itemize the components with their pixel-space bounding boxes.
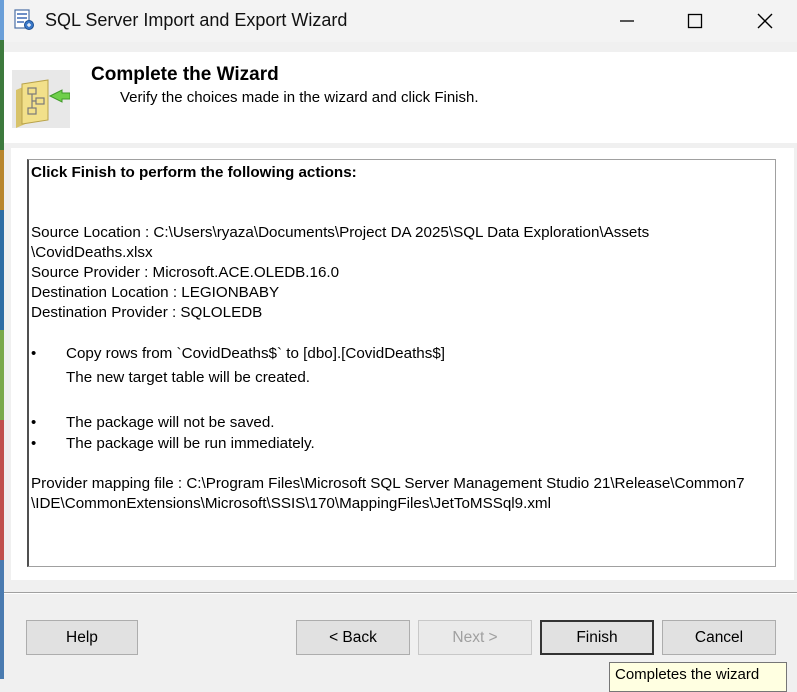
- minimize-icon: [620, 20, 634, 22]
- destination-location: Destination Location : LEGIONBABY: [31, 284, 280, 301]
- footer-separator: [4, 592, 797, 594]
- next-button[interactable]: Next >: [418, 620, 532, 655]
- bullet: •: [31, 414, 37, 431]
- title-bar[interactable]: SQL Server Import and Export Wizard: [4, 0, 797, 42]
- back-button[interactable]: < Back: [296, 620, 410, 655]
- wizard-header: Complete the Wizard Verify the choices m…: [4, 52, 797, 143]
- minimize-button[interactable]: [597, 0, 657, 42]
- maximize-icon: [687, 13, 703, 29]
- wizard-window: SQL Server Import and Export Wizard Comp…: [4, 0, 797, 692]
- help-button[interactable]: Help: [26, 620, 138, 655]
- close-icon: [757, 13, 773, 29]
- source-location-line1: Source Location : C:\Users\ryaza\Documen…: [31, 224, 650, 241]
- source-provider: Source Provider : Microsoft.ACE.OLEDB.16…: [31, 264, 340, 281]
- source-location-line2: \CovidDeaths.xlsx: [31, 244, 153, 261]
- actions-summary-textbox[interactable]: Click Finish to perform the following ac…: [27, 159, 776, 567]
- maximize-button[interactable]: [665, 0, 725, 42]
- window-title: SQL Server Import and Export Wizard: [45, 10, 348, 30]
- folder-arrow-icon: [12, 70, 71, 128]
- close-button[interactable]: [735, 0, 795, 42]
- copy-rows-action: Copy rows from `CovidDeaths$` to [dbo].[…: [66, 345, 446, 362]
- cancel-button[interactable]: Cancel: [662, 620, 776, 655]
- page-subtitle: Verify the choices made in the wizard an…: [120, 89, 479, 106]
- mapping-file-line2: \IDE\CommonExtensions\Microsoft\SSIS\170…: [31, 495, 551, 512]
- main-panel: Click Finish to perform the following ac…: [11, 148, 794, 580]
- summary-heading: Click Finish to perform the following ac…: [31, 164, 357, 181]
- finish-button[interactable]: Finish: [540, 620, 654, 655]
- bullet: •: [31, 435, 37, 452]
- bullet: •: [31, 345, 37, 362]
- finish-tooltip: Completes the wizard: [609, 662, 787, 692]
- copy-rows-note: The new target table will be created.: [66, 369, 310, 386]
- package-run-immediately: The package will be run immediately.: [66, 435, 315, 452]
- package-not-saved: The package will not be saved.: [66, 414, 275, 431]
- page-title: Complete the Wizard: [91, 64, 279, 85]
- wizard-app-icon: [13, 9, 35, 31]
- mapping-file-line1: Provider mapping file : C:\Program Files…: [31, 475, 745, 492]
- destination-provider: Destination Provider : SQLOLEDB: [31, 304, 263, 321]
